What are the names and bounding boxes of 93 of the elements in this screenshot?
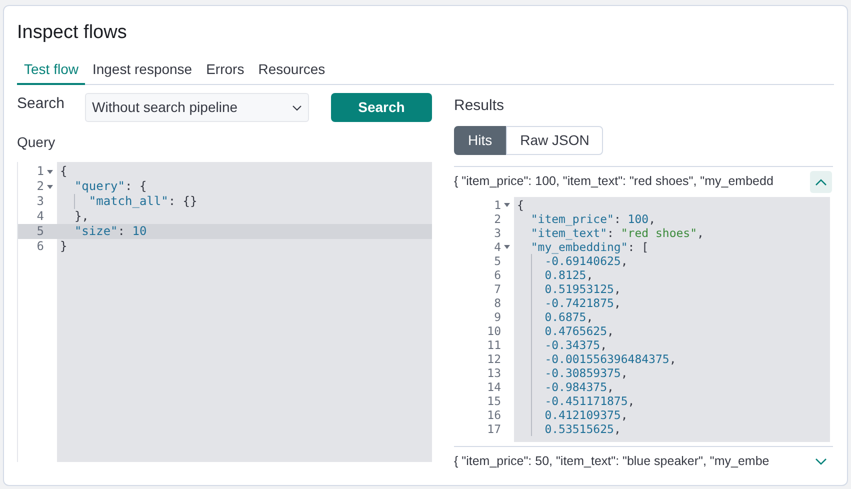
line-number: 1 xyxy=(494,198,501,212)
code-punctuation: , xyxy=(620,254,628,268)
tab[interactable]: Ingest response xyxy=(85,55,200,85)
code-punctuation: , xyxy=(614,282,621,296)
fold-caret-icon[interactable] xyxy=(504,244,510,248)
chevron-down-icon xyxy=(292,104,302,110)
code-token: 0.4765625 xyxy=(544,324,607,338)
line-number: 4 xyxy=(494,240,501,254)
code-token: 100 xyxy=(628,212,649,226)
code-token: "item_text" xyxy=(530,226,608,240)
fold-caret-icon[interactable] xyxy=(504,202,510,206)
line-number: 12 xyxy=(487,352,501,366)
line-number: 15 xyxy=(487,394,501,408)
code-punctuation: , xyxy=(628,394,635,408)
code-punctuation: { xyxy=(60,164,68,179)
query-editor[interactable]: 1 { 2 "query": { 3 "match_all": {} 4 }, 5 "size": 10 6 } xyxy=(17,162,432,462)
code-token: "size" xyxy=(74,224,118,239)
code-token: -0.7421875 xyxy=(544,296,614,310)
expand-toggle[interactable] xyxy=(810,170,832,192)
code-token: -0.30859375 xyxy=(544,366,621,380)
code-punctuation: , xyxy=(607,324,614,338)
modal-title: Inspect flows xyxy=(17,21,128,45)
query-label: Query xyxy=(17,133,56,152)
tab[interactable]: Resources xyxy=(251,55,332,85)
results-label: Results xyxy=(454,96,506,116)
tab[interactable]: Errors xyxy=(199,55,252,85)
code-token: "red shoes" xyxy=(620,226,698,240)
code-punctuation: , xyxy=(614,422,621,436)
line-number: 1 xyxy=(36,164,44,179)
view-toggle[interactable]: Raw JSON xyxy=(506,126,604,154)
code-token: -0.984375 xyxy=(544,380,607,394)
search-label: Search xyxy=(17,94,66,114)
code-punctuation: , xyxy=(607,380,614,394)
line-number: 10 xyxy=(487,324,501,338)
code-punctuation: : { xyxy=(125,179,147,194)
code-punctuation: : [ xyxy=(628,240,649,254)
code-token: "my_embedding" xyxy=(530,240,628,254)
code-token: -0.451171875 xyxy=(544,394,628,408)
fold-caret-icon[interactable] xyxy=(47,170,53,174)
code-punctuation: : {} xyxy=(168,194,198,209)
code-punctuation: : xyxy=(118,224,126,239)
code-punctuation: , xyxy=(620,408,628,422)
code-token: -0.001556396484375 xyxy=(544,352,670,366)
line-number: 5 xyxy=(494,254,501,268)
line-number: 6 xyxy=(494,268,501,282)
line-number: 14 xyxy=(487,380,501,394)
code-punctuation: : xyxy=(614,212,622,226)
hit-summary: { "item_price": 100, "item_text": "red shoes", "my_embedd xyxy=(454,173,774,190)
pipeline-dropdown[interactable]: Without search pipeline xyxy=(85,93,309,122)
code-punctuation: , xyxy=(600,338,608,352)
code-punctuation: }, xyxy=(74,209,89,224)
code-token: "item_price" xyxy=(530,212,614,226)
line-number: 3 xyxy=(36,194,44,209)
code-token: 10 xyxy=(132,224,147,239)
code-token: 0.51953125 xyxy=(544,282,614,296)
line-number: 4 xyxy=(36,209,44,224)
code-punctuation: , xyxy=(614,296,621,310)
code-punctuation: } xyxy=(60,239,68,254)
code-token: 0.6875 xyxy=(544,310,586,324)
line-number: 2 xyxy=(494,212,501,226)
chevron-down-icon xyxy=(815,458,827,466)
code-token: -0.34375 xyxy=(544,338,600,352)
code-token: 0.8125 xyxy=(544,268,586,282)
line-number: 2 xyxy=(36,179,44,194)
tab[interactable]: Test flow xyxy=(17,55,86,85)
search-button[interactable]: Search xyxy=(331,93,432,122)
line-number: 5 xyxy=(36,224,44,239)
code-punctuation: : xyxy=(607,226,615,240)
line-number: 3 xyxy=(494,226,501,240)
line-number: 9 xyxy=(494,310,501,324)
line-number: 7 xyxy=(494,282,501,296)
code-token: -0.69140625 xyxy=(544,254,621,268)
code-token: 0.412109375 xyxy=(544,408,621,422)
fold-caret-icon[interactable] xyxy=(47,184,53,188)
line-number: 16 xyxy=(487,408,501,422)
line-number: 11 xyxy=(487,338,501,352)
code-punctuation: , xyxy=(620,366,628,380)
line-number: 6 xyxy=(36,239,44,254)
code-token: "match_all" xyxy=(88,194,168,209)
line-number: 13 xyxy=(487,366,501,380)
code-punctuation: , xyxy=(586,268,594,282)
code-token: 0.53515625 xyxy=(544,422,614,436)
code-punctuation: { xyxy=(517,198,524,212)
code-punctuation: , xyxy=(586,310,594,324)
line-number: 17 xyxy=(487,422,501,436)
code-punctuation: , xyxy=(697,226,704,240)
chevron-up-icon xyxy=(815,178,827,186)
code-punctuation: , xyxy=(648,212,656,226)
code-punctuation: , xyxy=(669,352,676,366)
view-toggle[interactable]: Hits xyxy=(454,126,506,154)
line-number: 8 xyxy=(494,296,501,310)
hit-summary: { "item_price": 50, "item_text": "blue speaker", "my_embe xyxy=(454,453,770,470)
code-token: "query" xyxy=(74,179,126,194)
